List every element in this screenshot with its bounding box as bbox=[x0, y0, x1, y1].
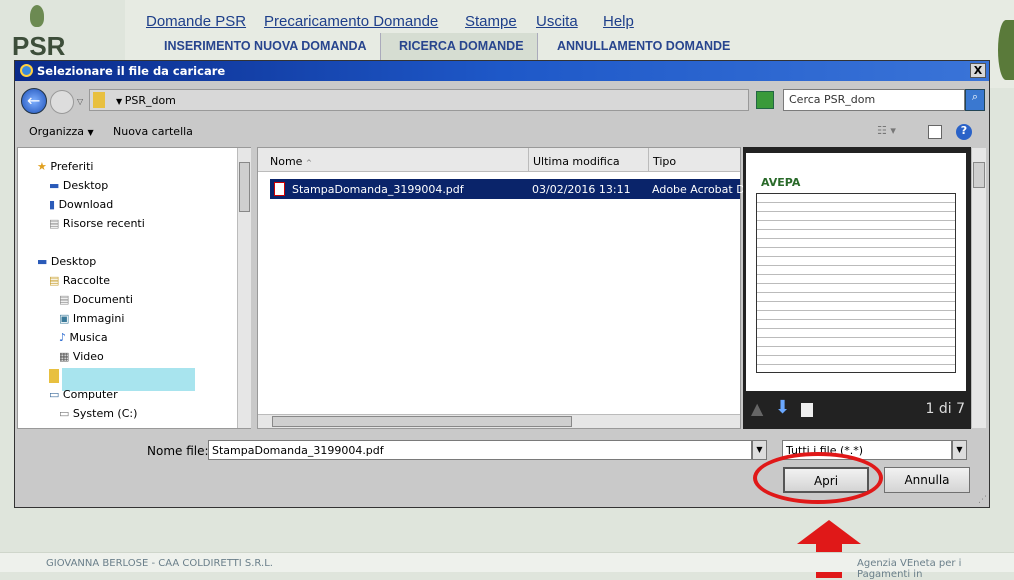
history-dropdown-icon[interactable]: ▽ bbox=[77, 97, 83, 106]
help-icon[interactable]: ? bbox=[956, 124, 972, 140]
sidebar-item-preferiti[interactable]: ★ Preferiti bbox=[37, 160, 93, 173]
nav-uscita[interactable]: Uscita bbox=[536, 13, 578, 30]
sidebar-scrollbar[interactable] bbox=[237, 148, 251, 428]
filename-input[interactable]: StampaDomanda_3199004.pdf bbox=[208, 440, 752, 460]
folder-icon bbox=[93, 92, 105, 108]
prev-page-icon[interactable]: ▲ bbox=[751, 399, 763, 418]
nav-domande-psr[interactable]: Domande PSR bbox=[146, 13, 246, 30]
nav-stampe[interactable]: Stampe bbox=[465, 13, 517, 30]
sidebar-item-immagini[interactable]: ▣ Immagini bbox=[59, 312, 124, 325]
page-footer: GIOVANNA BERLOSE - CAA COLDIRETTI S.R.L.… bbox=[0, 552, 1014, 580]
file-open-dialog: Selezionare il file da caricare X ← ▽ ▼ … bbox=[14, 60, 990, 508]
preview-form-lines bbox=[756, 193, 956, 373]
breadcrumb-path: ▼ PSR_dom bbox=[116, 94, 176, 107]
organize-button[interactable]: Organizza ▼ bbox=[29, 125, 94, 138]
new-folder-button[interactable]: Nuova cartella bbox=[113, 125, 193, 138]
resize-grip-icon[interactable]: ⋰ bbox=[978, 495, 987, 505]
filename-dropdown-icon[interactable]: ▼ bbox=[752, 440, 767, 460]
refresh-icon[interactable] bbox=[756, 91, 774, 109]
search-icon[interactable]: ⌕ bbox=[965, 89, 985, 111]
filter-dropdown-icon[interactable]: ▼ bbox=[952, 440, 967, 460]
document-preview: AVEPA bbox=[746, 153, 966, 391]
arrow-up-icon bbox=[797, 520, 861, 544]
file-list-hscrollbar[interactable] bbox=[258, 414, 740, 428]
subnav-ricerca[interactable]: RICERCA DOMANDE bbox=[399, 39, 524, 53]
column-modified[interactable]: Ultima modifica bbox=[528, 148, 624, 172]
sidebar-item-musica[interactable]: ♪ Musica bbox=[59, 331, 108, 344]
preview-pane: AVEPA ▲ ⬇ 1 di 7 bbox=[743, 147, 971, 429]
logo-text: PSR bbox=[12, 31, 66, 61]
address-bar[interactable]: ▼ PSR_dom ▼ bbox=[89, 89, 766, 111]
footer-user: GIOVANNA BERLOSE - CAA COLDIRETTI S.R.L. bbox=[46, 558, 273, 569]
sidebar-item-raccolte[interactable]: ▤ Raccolte bbox=[49, 274, 110, 287]
file-modified: 03/02/2016 13:11 bbox=[532, 183, 631, 196]
sidebar-item-desktop-root[interactable]: ▬ Desktop bbox=[37, 255, 96, 268]
close-button[interactable]: X bbox=[970, 63, 986, 78]
nav-precaricamento[interactable]: Precaricamento Domande bbox=[264, 13, 438, 30]
pdf-icon bbox=[274, 182, 285, 196]
footer-agency: Agenzia VEneta per i Pagamenti in bbox=[857, 558, 962, 580]
sidebar-item-computer[interactable]: ▭ Computer bbox=[49, 388, 118, 401]
dialog-title: Selezionare il file da caricare bbox=[15, 61, 989, 81]
preview-scrollbar[interactable] bbox=[971, 148, 986, 428]
cancel-button[interactable]: Annulla bbox=[884, 467, 970, 493]
search-input[interactable]: Cerca PSR_dom bbox=[783, 89, 965, 111]
sidebar-item-documenti[interactable]: ▤ Documenti bbox=[59, 293, 133, 306]
sidebar-item-video[interactable]: ▦ Video bbox=[59, 350, 104, 363]
next-page-icon[interactable]: ⬇ bbox=[775, 397, 790, 418]
sidebar-item-system-c[interactable]: ▭ System (C:) bbox=[59, 407, 137, 420]
highlight-circle bbox=[753, 452, 883, 504]
path-text[interactable]: PSR_dom bbox=[125, 94, 176, 107]
back-button[interactable]: ← bbox=[21, 88, 47, 114]
sidebar-item-desktop[interactable]: ▬ Desktop bbox=[49, 179, 108, 192]
user-folder-icon[interactable] bbox=[49, 369, 59, 383]
avepa-logo: AVEPA bbox=[758, 175, 804, 190]
sidebar-item-recent[interactable]: ▤ Risorse recenti bbox=[49, 217, 145, 230]
page-icon bbox=[801, 403, 813, 417]
file-type: Adobe Acrobat Do bbox=[652, 183, 752, 196]
column-type[interactable]: Tipo bbox=[648, 148, 680, 172]
sidebar-item-download[interactable]: ▮ Download bbox=[49, 198, 113, 211]
subnav-inserimento[interactable]: INSERIMENTO NUOVA DOMANDA bbox=[164, 39, 367, 53]
ie-icon bbox=[20, 64, 33, 77]
nav-help[interactable]: Help bbox=[603, 13, 634, 30]
preview-pane-icon[interactable] bbox=[928, 125, 942, 139]
file-name: StampaDomanda_3199004.pdf bbox=[292, 183, 464, 196]
view-options-icon[interactable]: ☷ ▾ bbox=[877, 124, 896, 137]
psr-logo: PSR bbox=[8, 5, 68, 61]
file-row[interactable]: StampaDomanda_3199004.pdf 03/02/2016 13:… bbox=[270, 179, 751, 199]
subnav-annullamento[interactable]: ANNULLAMENTO DOMANDE bbox=[557, 39, 730, 53]
filename-label: Nome file: bbox=[147, 444, 209, 458]
file-list: Nome ^ Ultima modifica Tipo StampaDomand… bbox=[257, 147, 751, 429]
forward-button[interactable] bbox=[50, 90, 74, 114]
emblem-icon bbox=[998, 20, 1014, 80]
page-counter: 1 di 7 bbox=[925, 401, 966, 417]
column-nome[interactable]: Nome ^ bbox=[270, 155, 312, 168]
